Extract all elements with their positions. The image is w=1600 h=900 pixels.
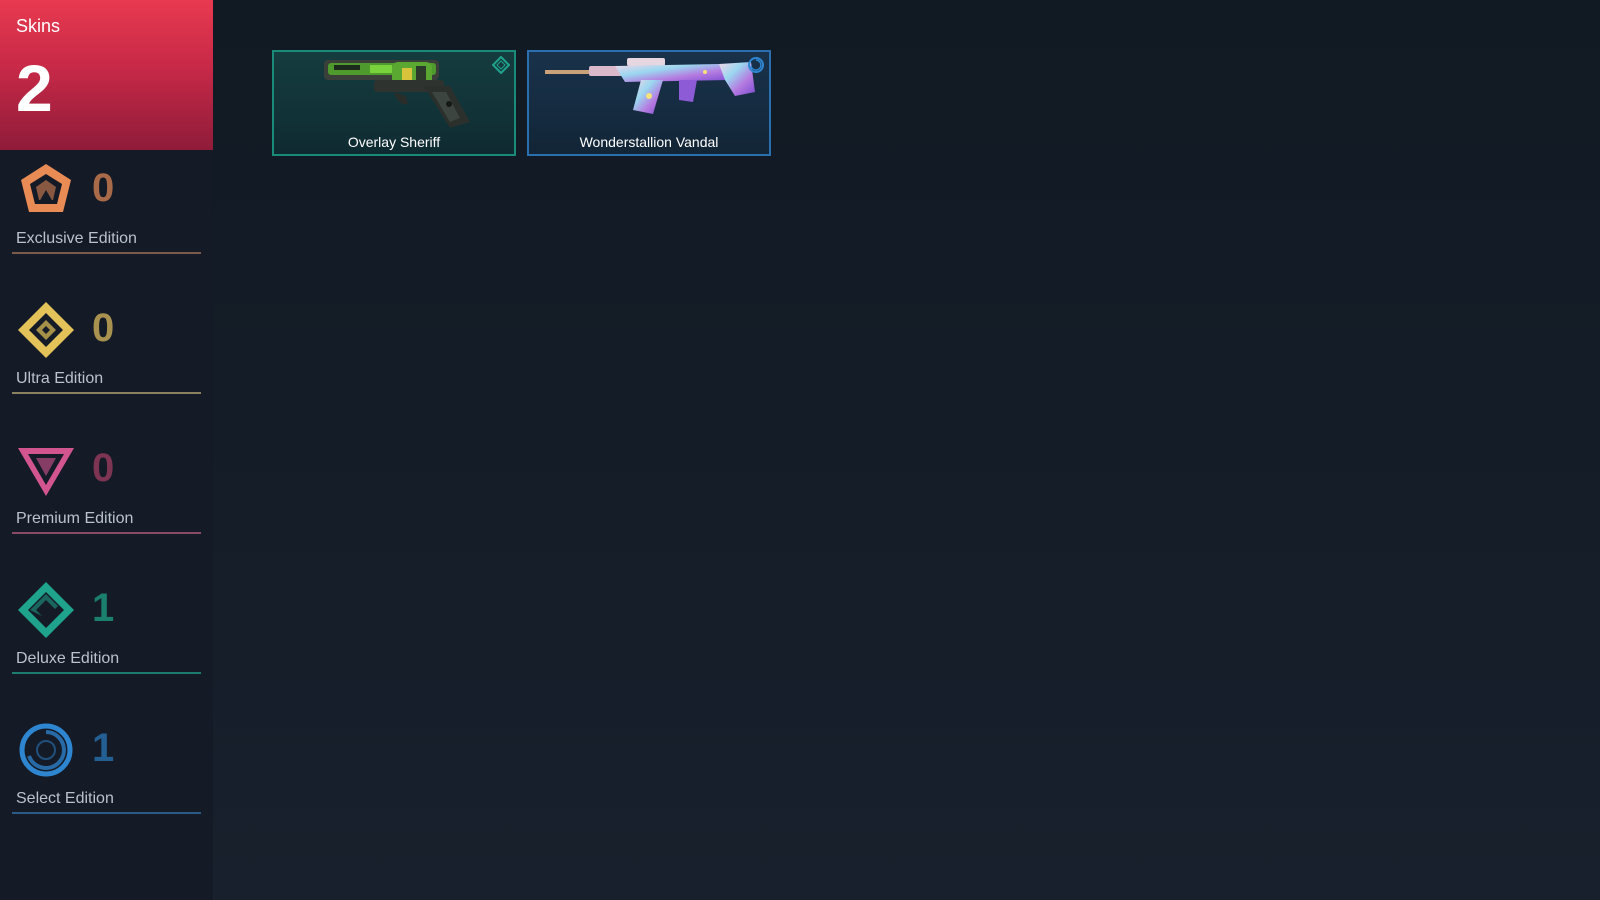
- premium-tier-icon: [16, 440, 76, 500]
- exclusive-label: Exclusive Edition: [16, 230, 137, 247]
- premium-divider: [12, 532, 201, 534]
- tier-deluxe[interactable]: 1 Deluxe Edition: [12, 580, 201, 680]
- tier-exclusive[interactable]: 0 Exclusive Edition: [12, 160, 201, 260]
- select-label: Select Edition: [16, 790, 114, 807]
- ultra-tier-icon: [16, 300, 76, 360]
- deluxe-tier-icon: [16, 580, 76, 640]
- skin-card-overlay-sheriff[interactable]: Overlay Sheriff: [272, 50, 516, 156]
- premium-label: Premium Edition: [16, 510, 134, 527]
- deluxe-divider: [12, 672, 201, 674]
- deluxe-label: Deluxe Edition: [16, 650, 120, 667]
- ultra-count: 0: [92, 306, 115, 350]
- exclusive-divider: [12, 252, 201, 254]
- select-tier-icon: [747, 56, 765, 74]
- tier-premium[interactable]: 0 Premium Edition: [12, 440, 201, 540]
- tier-ultra[interactable]: 0 Ultra Edition: [12, 300, 201, 400]
- skins-total-card: Skins 2: [0, 0, 213, 150]
- exclusive-count: 0: [92, 166, 115, 210]
- deluxe-count: 1: [92, 586, 115, 630]
- sidebar: Skins 2 0 Exclusive Edition 0 Ultra Edit…: [0, 0, 213, 900]
- skin-name: Wonderstallion Vandal: [579, 134, 719, 150]
- deluxe-tier-icon: [492, 56, 510, 74]
- skins-total-label: Skins: [16, 16, 61, 36]
- select-divider: [12, 812, 201, 814]
- premium-count: 0: [92, 446, 115, 490]
- skin-name: Overlay Sheriff: [347, 134, 441, 150]
- select-count: 1: [92, 726, 115, 770]
- tier-select[interactable]: 1 Select Edition: [12, 720, 201, 820]
- select-tier-icon: [16, 720, 76, 780]
- skins-total-count: 2: [16, 51, 53, 125]
- sheriff-pistol-icon: [274, 52, 514, 132]
- skin-card-wonderstallion-vandal[interactable]: Wonderstallion Vandal: [527, 50, 771, 156]
- ultra-divider: [12, 392, 201, 394]
- vandal-rifle-icon: [529, 52, 769, 132]
- ultra-label: Ultra Edition: [16, 370, 104, 387]
- exclusive-tier-icon: [16, 160, 76, 220]
